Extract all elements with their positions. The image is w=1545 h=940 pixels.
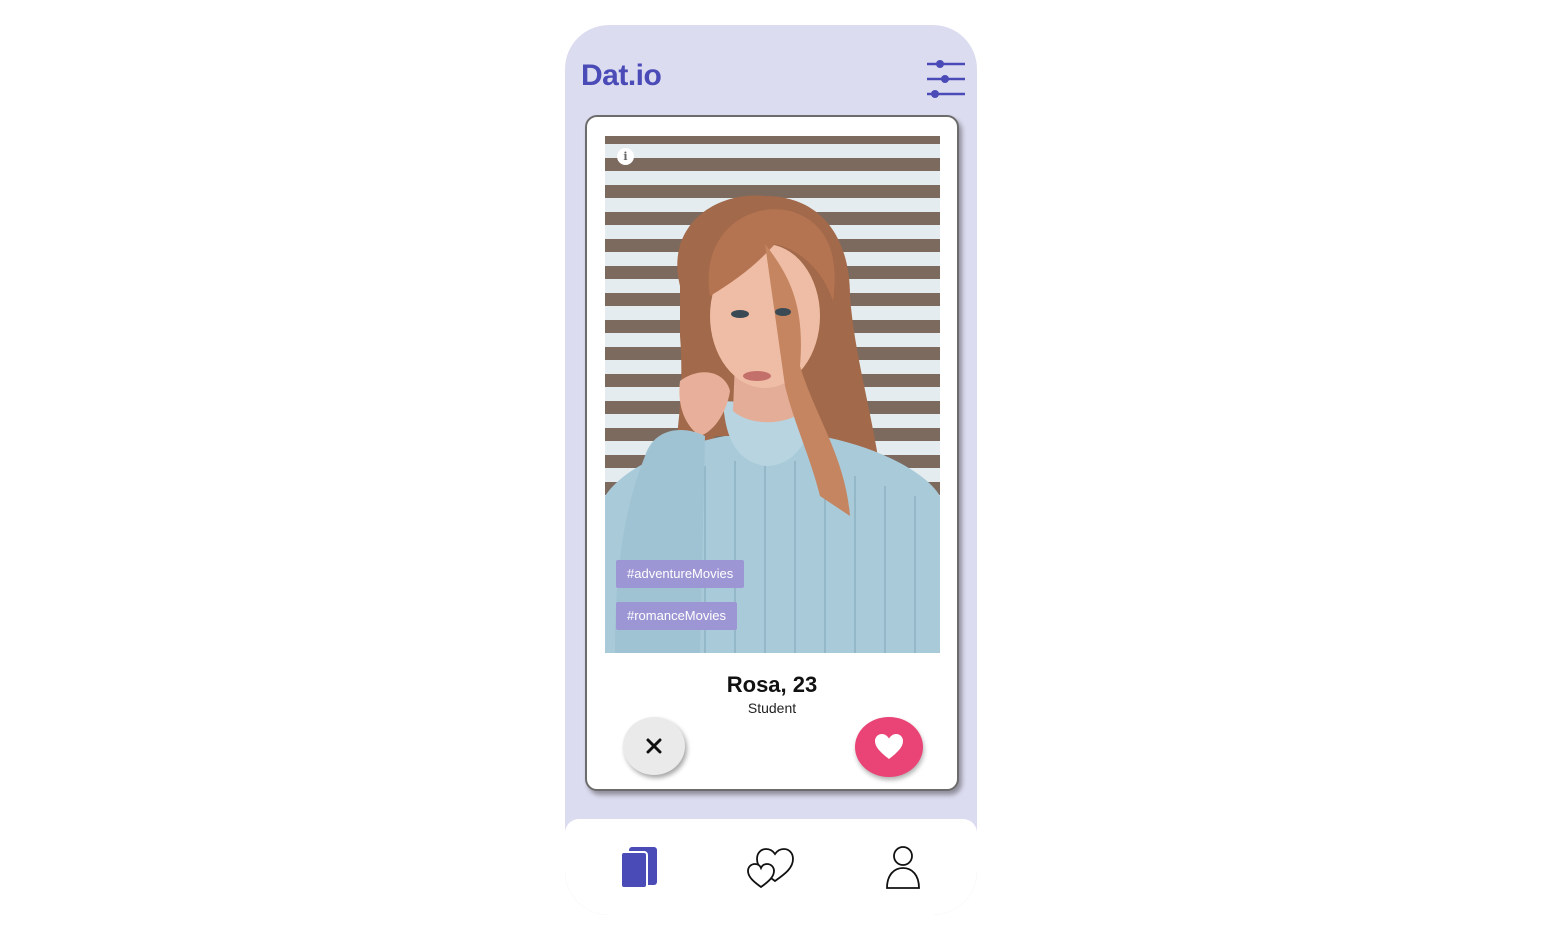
dislike-button[interactable] <box>623 717 685 775</box>
profile-photo: i #adventureMovies #romanceMovies <box>605 136 940 653</box>
sliders-icon <box>927 60 965 98</box>
profile-occupation: Student <box>747 700 797 716</box>
filter-button[interactable] <box>925 58 967 100</box>
profile-card[interactable]: i #adventureMovies #romanceMovies Rosa, … <box>585 115 959 791</box>
cards-icon <box>620 847 657 889</box>
phone-frame: Dat.io i #adventureMovies #romanceMovies… <box>565 25 977 915</box>
bottom-navigation <box>565 819 977 915</box>
nav-matches[interactable] <box>745 843 794 891</box>
close-icon <box>646 738 662 754</box>
blind-stripe <box>605 144 940 158</box>
nav-cards[interactable] <box>615 843 663 891</box>
hearts-icon <box>747 848 794 889</box>
nav-profile[interactable] <box>879 843 927 891</box>
blind-stripe <box>605 171 940 185</box>
like-button[interactable] <box>855 717 923 777</box>
info-icon[interactable]: i <box>617 148 634 165</box>
interest-tag[interactable]: #romanceMovies <box>616 602 737 630</box>
user-icon <box>886 846 920 889</box>
heart-icon <box>875 734 903 759</box>
app-title: Dat.io <box>581 59 662 92</box>
interest-tag[interactable]: #adventureMovies <box>616 560 745 588</box>
profile-name-age: Rosa, 23 <box>726 672 818 697</box>
